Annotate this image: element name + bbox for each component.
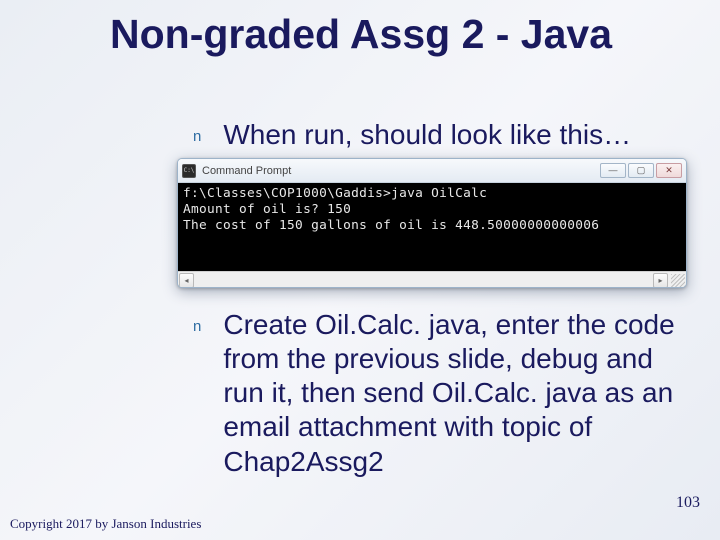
bullet-marker: n bbox=[193, 128, 201, 145]
copyright-footer: Copyright 2017 by Janson Industries bbox=[10, 516, 201, 532]
minimize-icon: — bbox=[609, 166, 618, 175]
console-line-1: f:\Classes\COP1000\Gaddis>java OilCalc bbox=[183, 186, 487, 201]
maximize-button[interactable]: ▢ bbox=[628, 163, 654, 178]
titlebar: C:\ Command Prompt — ▢ ✕ bbox=[178, 159, 686, 183]
console-line-3: The cost of 150 gallons of oil is 448.50… bbox=[183, 218, 599, 233]
window-title: Command Prompt bbox=[202, 165, 600, 177]
chevron-left-icon: ◂ bbox=[184, 276, 188, 285]
console-line-2: Amount of oil is? 150 bbox=[183, 202, 351, 217]
maximize-icon: ▢ bbox=[637, 166, 646, 175]
bullet-item-2: n Create Oil.Calc. java, enter the code … bbox=[193, 308, 700, 479]
bullet-marker: n bbox=[193, 318, 201, 335]
icon-glyph: C:\ bbox=[184, 168, 195, 174]
resize-grip-icon[interactable] bbox=[671, 274, 685, 288]
console-output: f:\Classes\COP1000\Gaddis>java OilCalc A… bbox=[178, 183, 686, 271]
scroll-right-button[interactable]: ▸ bbox=[653, 273, 668, 288]
bullet-item-1: n When run, should look like this… bbox=[193, 118, 700, 152]
close-button[interactable]: ✕ bbox=[656, 163, 682, 178]
minimize-button[interactable]: — bbox=[600, 163, 626, 178]
bullet-text-2: Create Oil.Calc. java, enter the code fr… bbox=[223, 308, 700, 479]
scroll-left-button[interactable]: ◂ bbox=[179, 273, 194, 288]
window-controls: — ▢ ✕ bbox=[600, 163, 682, 178]
chevron-right-icon: ▸ bbox=[658, 276, 662, 285]
command-prompt-window: C:\ Command Prompt — ▢ ✕ f:\Classes\COP1… bbox=[177, 158, 687, 288]
slide-title: Non-graded Assg 2 - Java bbox=[110, 12, 612, 56]
bullet-text-1: When run, should look like this… bbox=[223, 118, 631, 152]
command-prompt-icon: C:\ bbox=[182, 164, 196, 178]
close-icon: ✕ bbox=[665, 166, 673, 175]
horizontal-scrollbar[interactable]: ◂ ▸ bbox=[178, 271, 686, 288]
slide-number: 103 bbox=[676, 494, 700, 512]
